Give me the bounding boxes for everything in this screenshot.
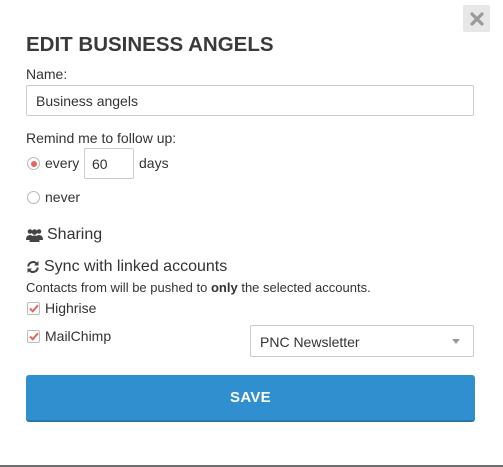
close-button[interactable] [463, 5, 490, 32]
mailchimp-list-value: PNC Newsletter [260, 334, 360, 350]
days-unit-label: days [139, 155, 169, 171]
checkmark-icon [28, 332, 39, 341]
sync-header: Sync with linked accounts [26, 258, 227, 276]
mailchimp-checkbox[interactable] [27, 330, 40, 343]
edit-dialog: EDIT BUSINESS ANGELS Name: Remind me to … [0, 0, 503, 465]
sync-label: Sync with linked accounts [44, 258, 228, 275]
radio-every-label: every [45, 155, 80, 171]
close-x-icon [469, 11, 484, 26]
mailchimp-label: MailChimp [45, 328, 112, 344]
dialog-title: EDIT BUSINESS ANGELS [26, 33, 274, 56]
mailchimp-list-select[interactable]: PNC Newsletter [250, 325, 474, 357]
name-input[interactable] [26, 85, 474, 116]
name-label: Name: [26, 66, 68, 82]
days-input[interactable] [84, 148, 134, 179]
sharing-toggle[interactable]: Sharing [26, 226, 102, 244]
sync-note-emphasis: only [210, 280, 238, 295]
chevron-down-icon [452, 339, 460, 344]
reminder-label: Remind me to follow up: [26, 130, 177, 146]
radio-every[interactable] [27, 157, 40, 170]
sharing-label: Sharing [47, 226, 103, 243]
users-icon [26, 229, 43, 242]
radio-never[interactable] [27, 191, 40, 204]
save-button[interactable]: SAVE [26, 375, 475, 422]
save-button-label: SAVE [230, 389, 271, 406]
refresh-icon [27, 261, 39, 273]
highrise-label: Highrise [45, 300, 97, 316]
highrise-checkbox[interactable] [27, 302, 40, 315]
radio-never-label: never [45, 189, 81, 205]
checkmark-icon [28, 304, 39, 313]
sync-note-prefix: Contacts from will be pushed to [26, 280, 211, 295]
sync-note: Contacts from will be pushed to only the… [26, 280, 371, 295]
sync-note-suffix: the selected accounts. [237, 280, 371, 295]
